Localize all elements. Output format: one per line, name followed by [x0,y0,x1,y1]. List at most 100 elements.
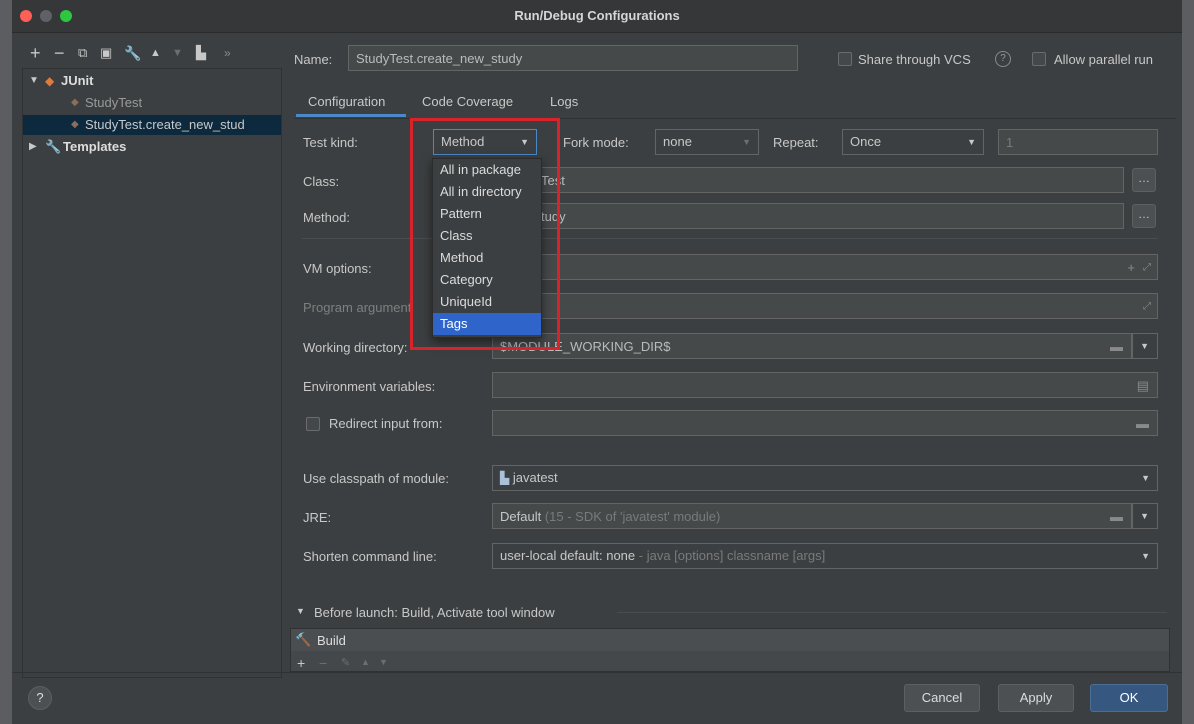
test-class-icon: ◆ [71,97,79,108]
tab-logs[interactable]: Logs [550,94,578,109]
more-icon[interactable]: » [224,44,231,62]
remove-icon: − [319,655,328,671]
jre-hint: (15 - SDK of 'javatest' module) [544,509,721,524]
junit-icon: ◆ [45,74,55,88]
working-directory-label: Working directory: [303,340,408,355]
redirect-input-field[interactable]: ▬ [492,410,1158,436]
jre-label: JRE: [303,510,332,525]
document-icon[interactable]: ▤ [1137,373,1149,397]
name-field[interactable]: StudyTest.create_new_study [348,45,798,71]
shorten-value: user-local default: none [500,548,636,563]
window-title: Run/Debug Configurations [514,8,680,23]
save-icon[interactable]: ▣ [100,44,112,62]
allow-parallel-checkbox[interactable] [1032,52,1046,66]
before-launch-item-label: Build [317,633,346,648]
chevron-down-icon: ▼ [742,137,751,147]
classpath-module-combo[interactable]: ▙ javatest ▼ [492,465,1158,491]
copy-icon[interactable]: ⧉ [78,44,87,62]
help-icon[interactable]: ? [995,51,1011,67]
environment-variables-label: Environment variables: [303,379,436,394]
move-down-icon: ▼ [379,657,388,667]
module-icon: ▙ [500,471,510,485]
list-item[interactable]: 🔨 Build [291,629,1169,651]
test-method-icon: ◆ [71,119,79,130]
expand-icon[interactable]: ⤢ [1143,255,1151,279]
tree-item-create-new-study[interactable]: ◆ StudyTest.create_new_stud [23,115,281,135]
shorten-command-line-combo[interactable]: user-local default: none - java [options… [492,543,1158,569]
tree-item-studytest[interactable]: ◆ StudyTest [23,93,281,113]
move-up-icon[interactable]: ▲ [150,44,161,62]
tree-item-templates[interactable]: ▶ 🔧 Templates [23,137,281,157]
cancel-button[interactable]: Cancel [904,684,980,712]
new-folder-icon[interactable]: ▙ [196,44,206,62]
move-down-icon: ▼ [172,47,183,59]
tree-label: Templates [63,139,127,154]
redirect-input-checkbox[interactable] [306,417,320,431]
divider [12,672,1182,673]
redirect-input-label: Redirect input from: [329,416,443,431]
shorten-command-line-label: Shorten command line: [303,549,437,564]
jre-dropdown[interactable]: ▼ [1132,503,1158,529]
folder-icon[interactable]: ▬ [1110,334,1123,358]
chevron-down-icon: ▼ [1140,341,1149,351]
method-label: Method: [303,210,350,225]
working-directory-field[interactable]: $MODULE_WORKING_DIR$ ▬ [492,333,1132,359]
macros-dropdown[interactable]: ▼ [1132,333,1158,359]
edit-icon: ✎ [341,657,351,669]
folder-icon[interactable]: ▬ [1110,504,1123,528]
run-debug-dialog: Run/Debug Configurations + − ⧉ ▣ 🔧 ▲ ▼ ▙… [12,0,1182,724]
help-button[interactable]: ? [28,686,52,710]
chevron-down-icon[interactable]: ▼ [29,71,39,91]
browse-class-button[interactable]: … [1132,168,1156,192]
repeat-count-field[interactable]: 1 [998,129,1158,155]
repeat-value: Once [850,134,882,149]
tab-code-coverage[interactable]: Code Coverage [422,94,513,109]
chevron-down-icon: ▼ [967,137,976,147]
method-field[interactable]: tudy [492,203,1124,229]
configuration-tree: ▼ ◆ JUnit ◆ StudyTest ◆ StudyTest.create… [22,68,282,678]
name-label: Name: [294,52,333,67]
repeat-combo[interactable]: Once ▼ [842,129,984,155]
tree-item-junit[interactable]: ▼ ◆ JUnit [23,71,281,91]
add-icon[interactable]: + [1127,255,1135,279]
add-icon[interactable]: + [30,44,41,62]
fork-mode-combo[interactable]: none ▼ [655,129,759,155]
tree-label: StudyTest.create_new_stud [85,117,245,132]
collapse-icon[interactable]: ▼ [296,606,305,616]
repeat-label: Repeat: [773,135,819,150]
tree-label: JUnit [61,73,94,88]
move-up-icon: ▲ [361,657,370,667]
jre-field[interactable]: Default (15 - SDK of 'javatest' module) … [492,503,1132,529]
fork-mode-value: none [663,134,692,149]
add-icon[interactable]: + [297,655,305,671]
folder-icon[interactable]: ▬ [1136,411,1149,435]
browse-method-button[interactable]: … [1132,204,1156,228]
program-arguments-label: Program argument [303,300,412,315]
expand-icon[interactable]: ⤢ [1143,294,1151,318]
highlight-annotation-box [410,118,560,350]
shorten-hint: - java [options] classname [args] [638,548,826,563]
before-launch-list: 🔨 Build + − ✎ ▲ ▼ [290,628,1170,672]
wrench-icon: 🔧 [45,139,62,154]
allow-parallel-label: Allow parallel run [1054,52,1153,67]
active-tab-indicator [296,114,406,117]
apply-button[interactable]: Apply [998,684,1074,712]
chevron-down-icon: ▼ [1140,511,1149,521]
remove-icon[interactable]: − [54,44,65,62]
classpath-module-value: javatest [512,470,558,485]
wrench-icon[interactable]: 🔧 [124,44,141,62]
chevron-right-icon[interactable]: ▶ [29,137,37,157]
ok-button[interactable]: OK [1090,684,1168,712]
test-kind-label: Test kind: [303,135,358,150]
title-bar: Run/Debug Configurations [12,0,1182,33]
chevron-down-icon: ▼ [1141,551,1150,561]
program-arguments-field[interactable]: ⤢ [492,293,1158,319]
before-launch-title: Before launch: Build, Activate tool wind… [314,605,555,620]
tab-configuration[interactable]: Configuration [308,94,385,109]
class-field[interactable]: Test [492,167,1124,193]
class-label: Class: [303,174,340,189]
share-vcs-checkbox[interactable] [838,52,852,66]
environment-variables-field[interactable]: ▤ [492,372,1158,398]
share-vcs-label: Share through VCS [858,52,971,67]
vm-options-field[interactable]: + ⤢ [492,254,1158,280]
